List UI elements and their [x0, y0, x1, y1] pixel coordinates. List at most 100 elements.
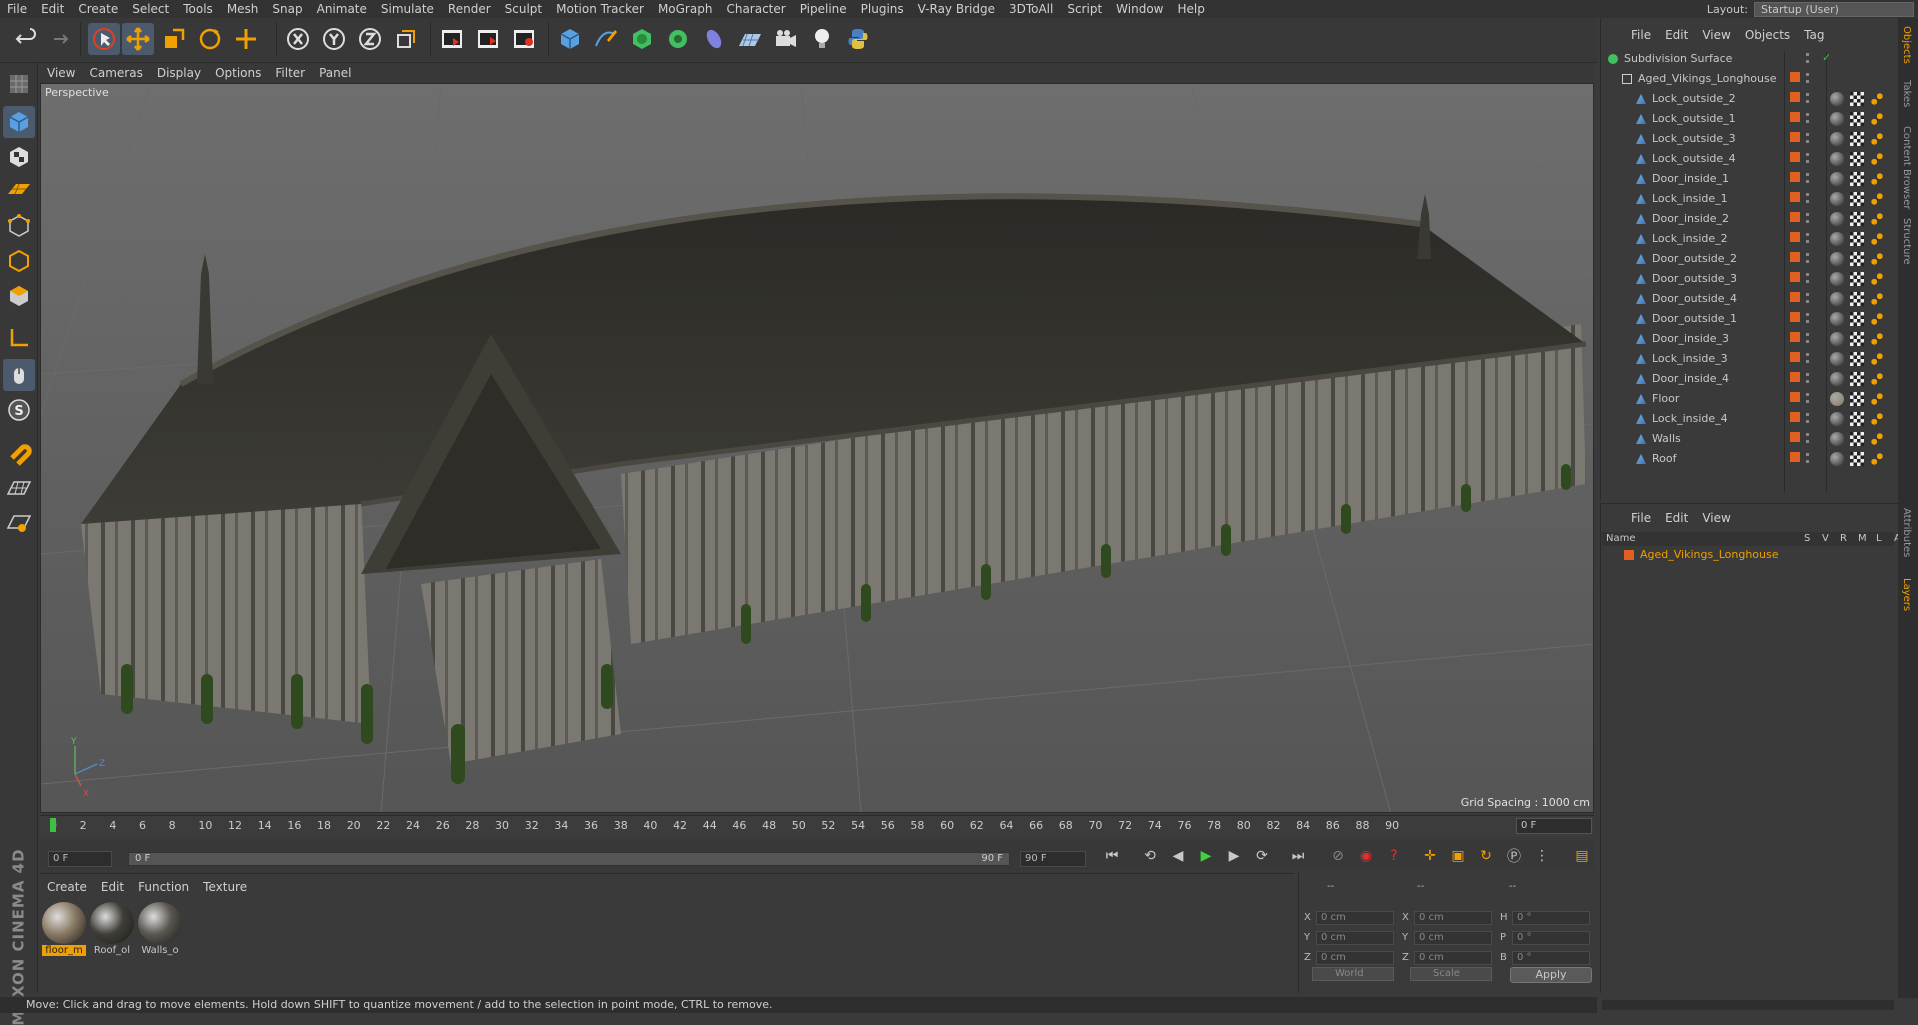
coord-system-dropdown[interactable]: World: [1312, 967, 1394, 981]
object-layer-color[interactable]: [1790, 192, 1800, 202]
material-menu-create[interactable]: Create: [40, 880, 94, 894]
phong-tag-icon[interactable]: [1870, 152, 1884, 166]
menu-mograph[interactable]: MoGraph: [651, 0, 720, 18]
go-to-end-icon[interactable]: ⏭: [1286, 844, 1310, 868]
uvw-tag-icon[interactable]: [1850, 312, 1864, 326]
object-layer-color[interactable]: [1790, 332, 1800, 342]
object-layer-color[interactable]: [1790, 72, 1800, 82]
next-frame-icon[interactable]: ▶: [1222, 844, 1246, 868]
viewport-menu-display[interactable]: Display: [150, 66, 208, 80]
object-layer-color[interactable]: [1790, 432, 1800, 442]
render-view-icon[interactable]: [436, 23, 468, 55]
uvw-tag-icon[interactable]: [1850, 252, 1864, 266]
phong-tag-icon[interactable]: [1870, 292, 1884, 306]
material-tag-icon[interactable]: [1830, 392, 1844, 406]
uvw-tag-icon[interactable]: [1850, 212, 1864, 226]
material-tag-icon[interactable]: [1830, 92, 1844, 106]
side-tab-attributes[interactable]: Attributes: [1901, 508, 1912, 557]
object-row[interactable]: Floor: [1602, 389, 1782, 409]
material-swatch[interactable]: Walls_o: [138, 902, 182, 958]
uvw-tag-icon[interactable]: [1850, 392, 1864, 406]
object-layer-color[interactable]: [1790, 272, 1800, 282]
phong-tag-icon[interactable]: [1870, 392, 1884, 406]
material-tag-icon[interactable]: [1830, 272, 1844, 286]
visibility-dots-icon[interactable]: [1806, 313, 1810, 323]
layout-dropdown[interactable]: Startup (User): [1754, 1, 1914, 17]
current-frame-field[interactable]: 0 F: [1516, 818, 1592, 834]
redo-button[interactable]: [42, 23, 74, 55]
pen-spline-icon[interactable]: [590, 23, 622, 55]
visibility-dots-icon[interactable]: [1806, 433, 1810, 443]
phong-tag-icon[interactable]: [1870, 352, 1884, 366]
coord-value-field[interactable]: 0 °: [1512, 911, 1590, 925]
object-layer-color[interactable]: [1790, 392, 1800, 402]
visibility-dots-icon[interactable]: [1806, 273, 1810, 283]
material-tag-icon[interactable]: [1830, 152, 1844, 166]
object-layer-color[interactable]: [1790, 52, 1800, 62]
object-layer-color[interactable]: [1790, 152, 1800, 162]
side-tab-content-browser[interactable]: Content Browser: [1901, 126, 1912, 209]
visibility-dots-icon[interactable]: [1806, 353, 1810, 363]
previous-key-icon[interactable]: ⟲: [1138, 844, 1162, 868]
phong-tag-icon[interactable]: [1870, 312, 1884, 326]
object-layer-color[interactable]: [1790, 212, 1800, 222]
object-layer-color[interactable]: [1790, 252, 1800, 262]
uvw-tag-icon[interactable]: [1850, 332, 1864, 346]
visibility-dots-icon[interactable]: [1806, 373, 1810, 383]
coord-value-field[interactable]: 0 cm: [1414, 911, 1492, 925]
menu-pipeline[interactable]: Pipeline: [793, 0, 854, 18]
menu-simulate[interactable]: Simulate: [374, 0, 441, 18]
viewport-menu-view[interactable]: View: [40, 66, 82, 80]
polygons-mode-icon[interactable]: [3, 280, 35, 312]
key-rotation-icon[interactable]: ↻: [1474, 844, 1498, 868]
menu-sculpt[interactable]: Sculpt: [498, 0, 549, 18]
side-tab-structure[interactable]: Structure: [1901, 218, 1912, 265]
object-row[interactable]: Door_outside_2: [1602, 249, 1782, 269]
visibility-dots-icon[interactable]: [1806, 413, 1810, 423]
visibility-dots-icon[interactable]: [1806, 173, 1810, 183]
object-layer-color[interactable]: [1790, 292, 1800, 302]
object-row[interactable]: Door_inside_2: [1602, 209, 1782, 229]
material-tag-icon[interactable]: [1830, 332, 1844, 346]
phong-tag-icon[interactable]: [1870, 272, 1884, 286]
render-to-picture-viewer-icon[interactable]: [472, 23, 504, 55]
object-row[interactable]: Lock_inside_4: [1602, 409, 1782, 429]
coord-value-field[interactable]: 0 cm: [1414, 951, 1492, 965]
phong-tag-icon[interactable]: [1870, 332, 1884, 346]
key-scale-icon[interactable]: ▣: [1446, 844, 1470, 868]
coord-value-field[interactable]: 0 cm: [1316, 911, 1394, 925]
visibility-dots-icon[interactable]: [1806, 53, 1810, 63]
object-row[interactable]: Door_inside_4: [1602, 369, 1782, 389]
object-row[interactable]: Lock_outside_2: [1602, 89, 1782, 109]
enabled-check-icon[interactable]: ✓: [1822, 51, 1836, 65]
viewport-menu-panel[interactable]: Panel: [312, 66, 358, 80]
side-tab-objects[interactable]: Objects: [1901, 26, 1912, 64]
coord-value-field[interactable]: 0 cm: [1414, 931, 1492, 945]
record-disabled-icon[interactable]: ⊘: [1326, 844, 1350, 868]
cube-primitive-icon[interactable]: [554, 23, 586, 55]
previous-frame-icon[interactable]: ◀: [1166, 844, 1190, 868]
python-script-icon[interactable]: [842, 23, 874, 55]
viewport-menu-options[interactable]: Options: [208, 66, 268, 80]
material-swatch[interactable]: Roof_ol: [90, 902, 134, 958]
uvw-tag-icon[interactable]: [1850, 412, 1864, 426]
deformer-icon[interactable]: [698, 23, 730, 55]
autokeying-icon[interactable]: ?: [1382, 844, 1406, 868]
visibility-dots-icon[interactable]: [1806, 293, 1810, 303]
menu-character[interactable]: Character: [719, 0, 792, 18]
phong-tag-icon[interactable]: [1870, 212, 1884, 226]
visibility-dots-icon[interactable]: [1806, 393, 1810, 403]
enable-axis-icon[interactable]: [3, 322, 35, 354]
object-menu-objects[interactable]: Objects: [1738, 28, 1797, 42]
menu-tools[interactable]: Tools: [176, 0, 220, 18]
visibility-dots-icon[interactable]: [1806, 73, 1810, 83]
start-frame-field[interactable]: 0 F: [48, 851, 112, 867]
scale-tool-icon[interactable]: [158, 23, 190, 55]
material-tag-icon[interactable]: [1830, 412, 1844, 426]
object-layer-color[interactable]: [1790, 132, 1800, 142]
object-layer-color[interactable]: [1790, 112, 1800, 122]
layer-row[interactable]: Aged_Vikings_Longhouse: [1602, 547, 1894, 563]
layer-menu-file[interactable]: File: [1624, 511, 1658, 525]
viewport-menu-cameras[interactable]: Cameras: [82, 66, 149, 80]
object-row[interactable]: Door_outside_3: [1602, 269, 1782, 289]
